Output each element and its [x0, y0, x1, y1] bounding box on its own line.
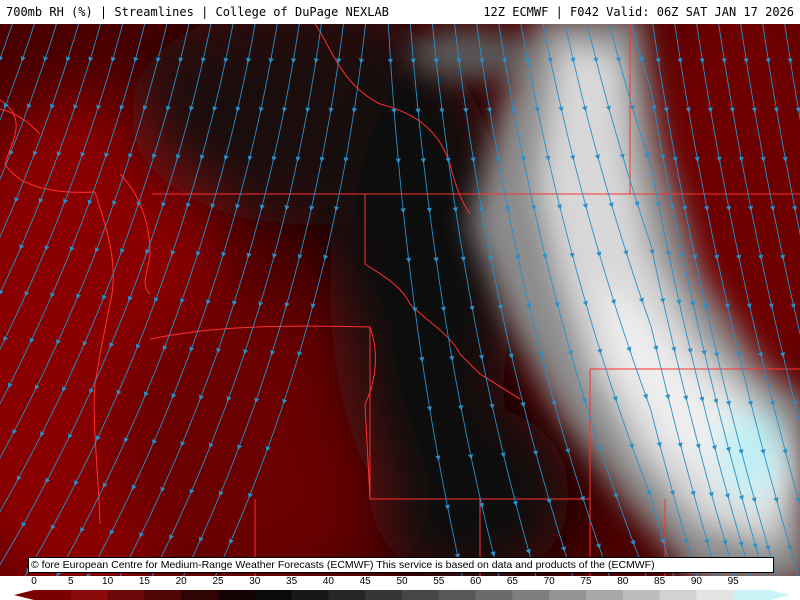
colorbar-tick-label: 60 — [470, 576, 482, 587]
colorbar-tick-label: 20 — [175, 576, 187, 587]
colorbar-tick-label: 95 — [727, 576, 739, 587]
colorbar-segment — [733, 590, 771, 600]
colorbar-tick-label: 90 — [690, 576, 702, 587]
colorbar-tick-label: 80 — [617, 576, 629, 587]
colorbar-tick-label: 0 — [31, 576, 37, 587]
title-bar: 700mb RH (%) | Streamlines | College of … — [0, 0, 800, 24]
colorbar-tick-label: 10 — [102, 576, 114, 587]
colorbar-tick-label: 75 — [580, 576, 592, 587]
rh-colorbar: 0 5 10 15 20 25 30 35 40 45 50 55 60 65 70 75 80 85 90 95 — [0, 576, 800, 600]
colorbar-tick-label: 40 — [322, 576, 334, 587]
colorbar-segment — [549, 590, 587, 600]
data-credit: © fore European Centre for Medium-Range … — [28, 557, 774, 573]
rh-map — [0, 24, 800, 576]
colorbar-segment — [328, 590, 366, 600]
colorbar-segment — [181, 590, 219, 600]
colorbar-segment — [34, 590, 72, 600]
colorbar-segment — [512, 590, 550, 600]
colorbar-segment — [402, 590, 440, 600]
colorbar-tick-label: 45 — [359, 576, 371, 587]
colorbar-segment — [144, 590, 182, 600]
colorbar-min-arrow — [14, 590, 34, 600]
colorbar-tick-label: 30 — [249, 576, 261, 587]
colorbar-segment — [365, 590, 403, 600]
colorbar-segment — [438, 590, 477, 600]
colorbar-segment — [475, 590, 513, 600]
model-run-info: 12Z ECMWF | F042 Valid: 06Z SAT JAN 17 2… — [483, 5, 794, 19]
colorbar-tick-label: 15 — [138, 576, 150, 587]
colorbar-segment — [622, 590, 661, 600]
colorbar-tick-label: 70 — [543, 576, 555, 587]
colorbar-tick-label: 65 — [506, 576, 518, 587]
colorbar-ticks: 0 5 10 15 20 25 30 35 40 45 50 55 60 65 70 75 80 85 90 95 — [0, 576, 800, 588]
colorbar-tick-label: 5 — [68, 576, 74, 587]
colorbar-segment — [291, 590, 329, 600]
colorbar-tick-label: 50 — [396, 576, 408, 587]
colorbar-tick-label: 55 — [433, 576, 445, 587]
colorbar-segment — [107, 590, 145, 600]
colorbar-tick-label: 35 — [286, 576, 298, 587]
colorbar-segment — [659, 590, 697, 600]
colorbar-tick-label: 25 — [212, 576, 224, 587]
colorbar-segment — [586, 590, 624, 600]
colorbar-tick-label: 85 — [654, 576, 666, 587]
colorbar-segment — [696, 590, 734, 600]
product-title: 700mb RH (%) | Streamlines | College of … — [6, 5, 389, 19]
colorbar-gradient — [14, 590, 790, 600]
map-panel[interactable] — [0, 24, 800, 576]
colorbar-segment — [254, 590, 293, 600]
colorbar-segment — [218, 590, 256, 600]
colorbar-segment — [70, 590, 109, 600]
colorbar-max-arrow — [770, 590, 790, 600]
